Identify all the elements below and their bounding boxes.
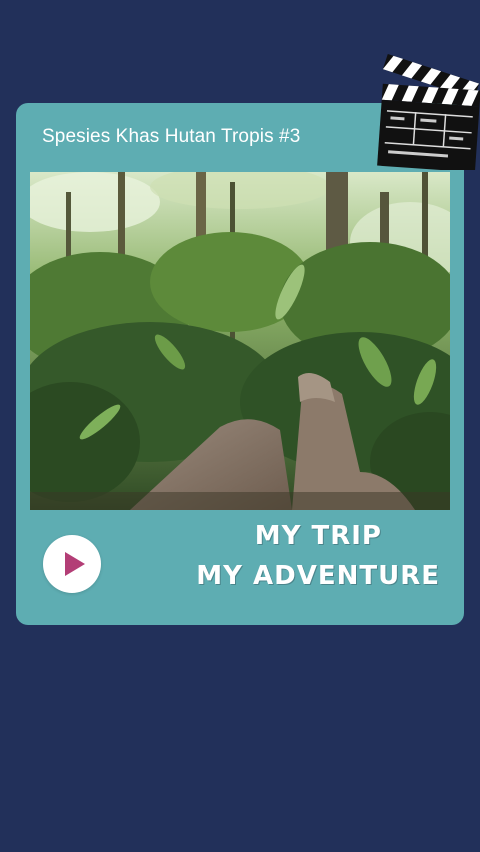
play-icon bbox=[65, 552, 85, 576]
clapperboard-icon bbox=[377, 53, 480, 170]
tagline-my-trip: MY TRIP bbox=[254, 521, 382, 551]
forest-photo[interactable] bbox=[30, 172, 450, 510]
forest-image bbox=[30, 172, 450, 510]
card-title: Spesies Khas Hutan Tropis #3 bbox=[42, 126, 301, 147]
tagline-my-adventure: MY ADVENTURE bbox=[196, 561, 440, 591]
video-card: Spesies Khas Hutan Tropis #3 MY TRIP MY … bbox=[16, 103, 464, 625]
play-button[interactable] bbox=[43, 535, 101, 593]
